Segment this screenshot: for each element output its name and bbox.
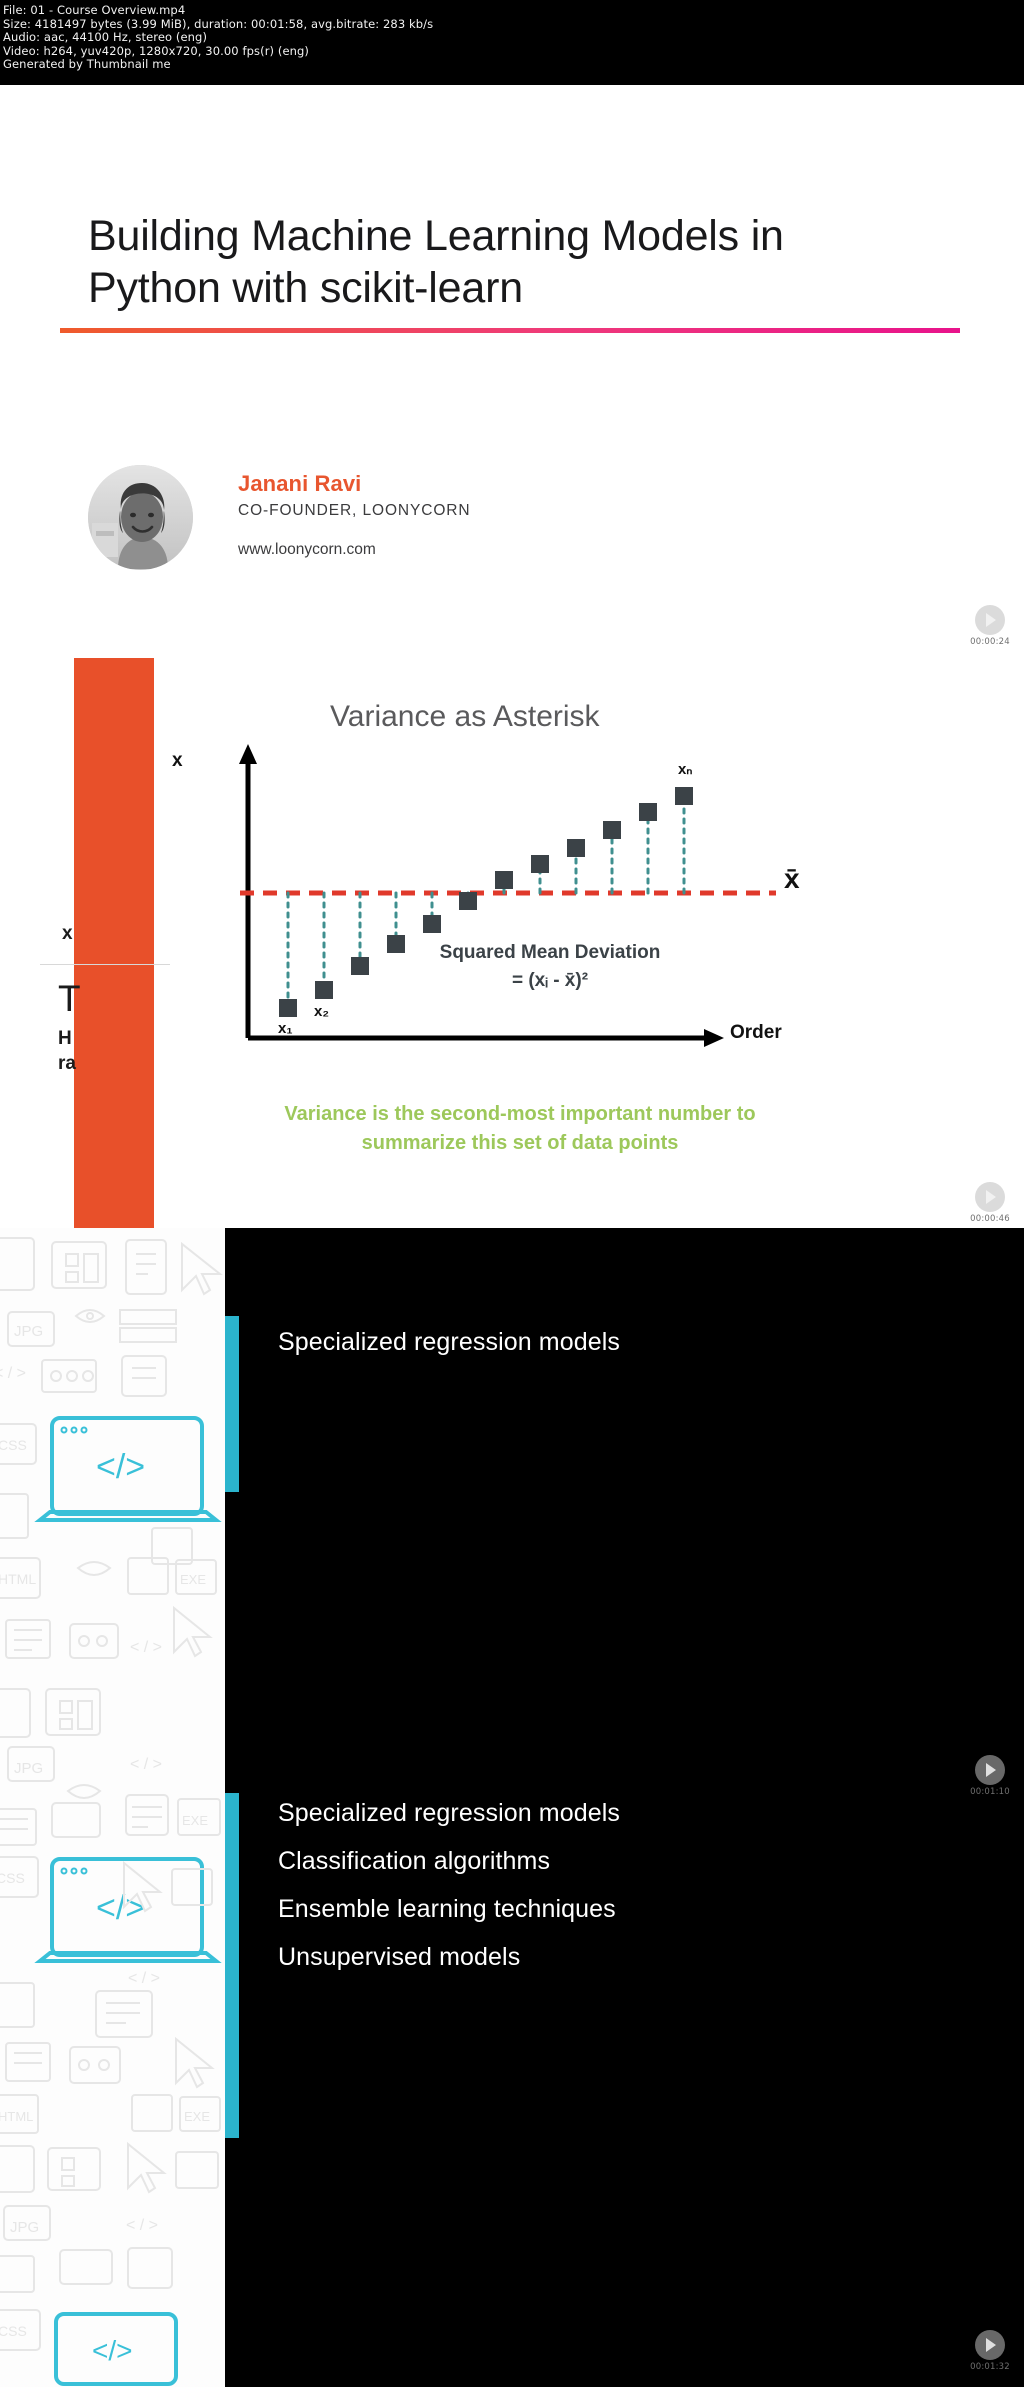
avatar-photo bbox=[88, 465, 193, 570]
play-icon[interactable] bbox=[975, 605, 1005, 635]
variance-chart-svg bbox=[239, 744, 776, 1047]
thumbnail-variance-slide[interactable]: x T H ra Variance as Asterisk x Order x̄… bbox=[0, 628, 1024, 1228]
thumbnail-sheet: File: 01 - Course Overview.mp4 Size: 418… bbox=[0, 0, 1024, 2387]
dark-content-panel-3 bbox=[225, 2138, 1024, 2387]
chart-y-axis-label: x bbox=[172, 750, 183, 771]
ghost-letters-ra: ra bbox=[58, 1053, 76, 1074]
chart-title: Variance as Asterisk bbox=[330, 700, 600, 733]
chart-caption: Variance is the second-most important nu… bbox=[160, 1100, 880, 1158]
variance-chart: x Order x̄ x₁ x₂ xₙ Squared Mean Deviati… bbox=[172, 738, 800, 1068]
orange-sidebar bbox=[74, 658, 154, 1228]
timestamp-label: 00:01:32 bbox=[970, 2362, 1010, 2372]
chart-point-label-second: x₂ bbox=[314, 1003, 330, 1020]
ghost-divider bbox=[40, 964, 170, 965]
timestamp-overlay[interactable]: 00:01:10 bbox=[958, 1755, 1022, 1797]
timestamp-overlay[interactable]: 00:00:46 bbox=[958, 1182, 1022, 1224]
timestamp-overlay[interactable]: 00:01:32 bbox=[958, 2330, 1022, 2372]
chart-formula-line2: = (xᵢ - x̄)² bbox=[511, 970, 589, 991]
dark-content-panel bbox=[225, 1228, 1024, 1683]
thumbnail-dark-slide-a[interactable]: JPG < / > CSS </> bbox=[0, 1228, 1024, 1683]
teal-accent-stripe bbox=[225, 1316, 239, 1492]
media-info-audio: Audio: aac, 44100 Hz, stereo (eng) bbox=[3, 30, 208, 45]
svg-text:HTML: HTML bbox=[0, 1571, 36, 1587]
author-website: www.loonycorn.com bbox=[238, 541, 376, 558]
thumbnail-title-slide[interactable]: Building Machine Learning Models in Pyth… bbox=[0, 85, 1024, 628]
avatar bbox=[88, 465, 193, 570]
teal-accent-stripe-2 bbox=[225, 1793, 239, 2138]
bullet-item: Specialized regression models bbox=[278, 1799, 620, 1827]
svg-text:JPG: JPG bbox=[10, 2219, 39, 2236]
author-block: Janani Ravi CO-FOUNDER, LOONYCORN www.lo… bbox=[88, 465, 788, 585]
title-divider bbox=[60, 328, 960, 333]
media-info-header: File: 01 - Course Overview.mp4 Size: 418… bbox=[0, 0, 1024, 85]
timestamp-overlay[interactable]: 00:00:24 bbox=[958, 605, 1022, 647]
media-info-generator: Generated by Thumbnail me bbox=[3, 57, 171, 72]
ghost-letter-t: T bbox=[58, 978, 81, 1019]
svg-text:EXE: EXE bbox=[184, 2109, 210, 2124]
svg-text:</>: </> bbox=[96, 1448, 145, 1486]
chart-caption-line1: Variance is the second-most important nu… bbox=[284, 1103, 756, 1125]
svg-text:< / >: < / > bbox=[126, 2217, 158, 2234]
author-name: Janani Ravi bbox=[238, 471, 362, 496]
play-icon[interactable] bbox=[975, 2330, 1005, 2360]
media-info-video: Video: h264, yuv420p, 1280x720, 30.00 fp… bbox=[3, 43, 310, 58]
chart-x-axis-label: Order bbox=[730, 1022, 782, 1043]
chart-caption-line2: summarize this set of data points bbox=[361, 1132, 679, 1154]
ghost-letter-x: x bbox=[62, 923, 73, 944]
svg-text:JPG: JPG bbox=[14, 1323, 43, 1340]
chart-mean-label: x̄ bbox=[784, 863, 800, 894]
page-title-line1: Building Machine Learning Models in bbox=[88, 212, 784, 260]
timestamp-label: 00:00:46 bbox=[970, 1214, 1010, 1224]
thumbnail-dark-slide-b[interactable]: JPG < / > EXE CSS </> < / > HTML EXE Spe… bbox=[0, 1683, 1024, 2138]
timestamp-label: 00:01:10 bbox=[970, 1787, 1010, 1797]
bullet-item: Specialized regression models bbox=[278, 1328, 620, 1356]
bullet-item: Ensemble learning techniques bbox=[278, 1895, 616, 1923]
play-icon[interactable] bbox=[975, 1755, 1005, 1785]
svg-text:EXE: EXE bbox=[180, 1572, 206, 1587]
page-title-line2: Python with scikit-learn bbox=[88, 264, 523, 312]
svg-text:HTML: HTML bbox=[0, 2109, 33, 2124]
bullet-item: Classification algorithms bbox=[278, 1847, 551, 1875]
page-title: Building Machine Learning Models in Pyth… bbox=[88, 210, 948, 314]
timestamp-label: 00:00:24 bbox=[970, 637, 1010, 647]
bullet-item: Unsupervised models bbox=[278, 1943, 521, 1971]
chart-formula-line1: Squared Mean Deviation bbox=[439, 942, 661, 963]
chart-point-label-first: x₁ bbox=[278, 1020, 293, 1037]
svg-text:</>: </> bbox=[92, 2335, 132, 2366]
ghost-letter-h: H bbox=[58, 1028, 72, 1049]
svg-text:CSS: CSS bbox=[0, 2323, 27, 2339]
play-icon[interactable] bbox=[975, 1182, 1005, 1212]
svg-text:< / >: < / > bbox=[130, 1756, 162, 1773]
svg-text:JPG: JPG bbox=[14, 1760, 43, 1777]
svg-text:< / >: < / > bbox=[0, 1365, 26, 1382]
svg-text:CSS: CSS bbox=[0, 1870, 25, 1886]
thumbnail-dark-slide-c[interactable]: JPG < / > CSS </> bbox=[0, 2138, 1024, 2387]
media-info-size: Size: 4181497 bytes (3.99 MiB), duration… bbox=[3, 16, 434, 31]
svg-text:< / >: < / > bbox=[128, 1970, 160, 1987]
chart-point-label-last: xₙ bbox=[678, 761, 693, 778]
svg-text:CSS: CSS bbox=[0, 1437, 27, 1453]
author-role: CO-FOUNDER, LOONYCORN bbox=[238, 502, 471, 519]
svg-text:EXE: EXE bbox=[182, 1813, 208, 1828]
media-info-file: File: 01 - Course Overview.mp4 bbox=[3, 3, 186, 17]
svg-text:< / >: < / > bbox=[130, 1639, 162, 1656]
